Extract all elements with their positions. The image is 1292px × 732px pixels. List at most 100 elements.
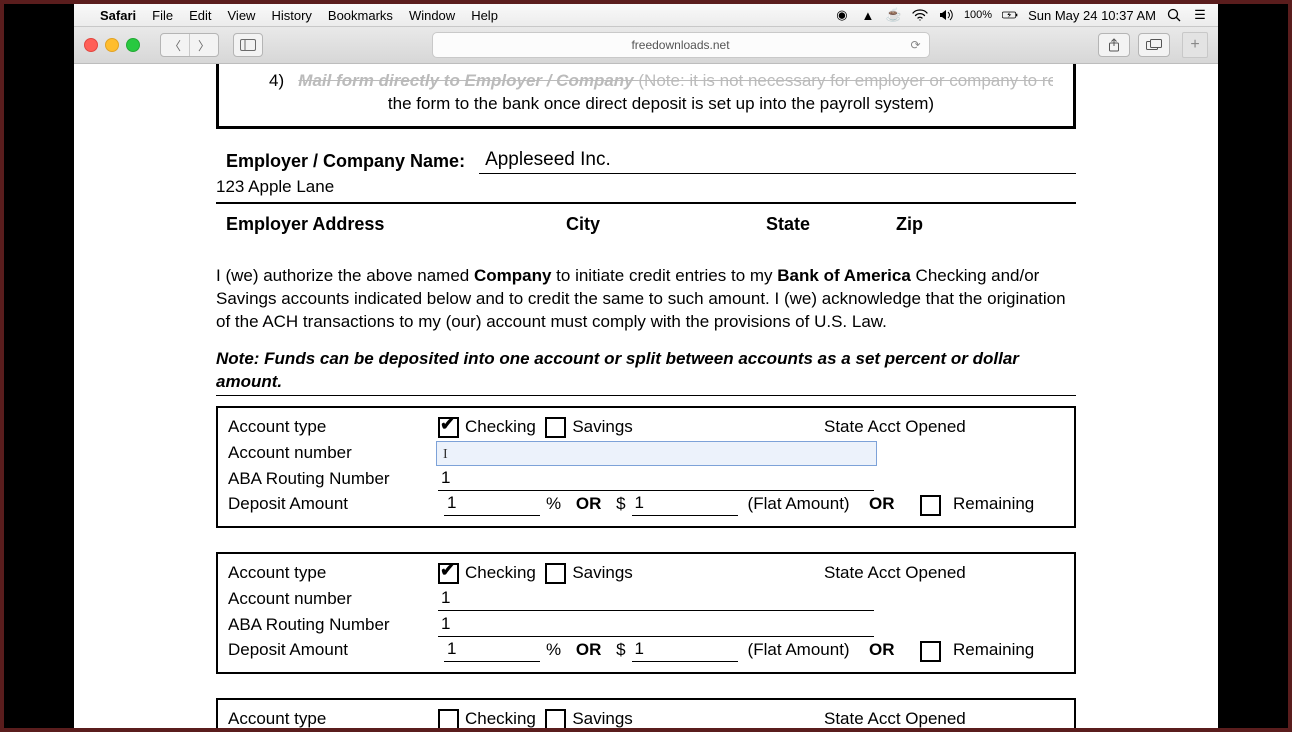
- aba-label: ABA Routing Number: [228, 614, 438, 637]
- mac-desktop: Safari File Edit View History Bookmarks …: [74, 4, 1218, 728]
- or-label-2: OR: [860, 493, 895, 516]
- checking-label: Checking: [465, 708, 536, 728]
- sidebar-toggle-button[interactable]: [233, 33, 263, 57]
- forward-button[interactable]: 〉: [189, 34, 218, 56]
- state-opened-label: State Acct Opened: [824, 416, 1064, 439]
- menu-file[interactable]: File: [152, 8, 173, 23]
- instruction-struck: Mail form directly to Employer / Company: [298, 71, 638, 90]
- safari-toolbar: 〈 〉 freedownloads.net ⟳ +: [74, 27, 1218, 64]
- spotlight-icon[interactable]: [1166, 7, 1182, 23]
- employer-label: Employer / Company Name:: [216, 149, 465, 173]
- deposit-percent-field[interactable]: 1: [444, 492, 540, 516]
- col-zip: Zip: [896, 212, 976, 236]
- window-controls: [84, 38, 140, 52]
- reload-icon[interactable]: ⟳: [910, 38, 920, 52]
- savings-label: Savings: [572, 708, 632, 728]
- page-viewport[interactable]: 4) Mail form directly to Employer / Comp…: [74, 64, 1218, 728]
- wifi-icon[interactable]: [912, 7, 928, 23]
- aba-label: ABA Routing Number: [228, 468, 438, 491]
- remaining-checkbox[interactable]: [920, 641, 941, 662]
- account-type-label: Account type: [228, 562, 438, 585]
- pdf-form: 4) Mail form directly to Employer / Comp…: [216, 64, 1076, 728]
- menu-window[interactable]: Window: [409, 8, 455, 23]
- col-employer-address: Employer Address: [226, 212, 566, 236]
- deposit-percent-field[interactable]: 1: [444, 638, 540, 662]
- aba-field[interactable]: 1: [438, 467, 874, 491]
- employer-name-field[interactable]: Appleseed Inc.: [479, 147, 1076, 174]
- share-button[interactable]: [1098, 33, 1130, 57]
- savings-label: Savings: [572, 562, 632, 585]
- back-button[interactable]: 〈: [161, 34, 189, 56]
- dollar-label: $: [611, 493, 625, 516]
- menu-help[interactable]: Help: [471, 8, 498, 23]
- or-label-1: OR: [571, 493, 601, 516]
- account-number-label: Account number: [228, 588, 438, 611]
- menu-list-icon[interactable]: ☰: [1192, 7, 1208, 23]
- aba-field[interactable]: 1: [438, 613, 874, 637]
- address-bar[interactable]: freedownloads.net ⟳: [432, 32, 930, 58]
- remaining-label: Remaining: [953, 493, 1034, 516]
- authorization-text: I (we) authorize the above named Company…: [216, 265, 1076, 334]
- deposit-label: Deposit Amount: [228, 639, 438, 662]
- savings-checkbox[interactable]: [545, 563, 566, 584]
- state-opened-label: State Acct Opened: [824, 708, 1064, 728]
- checking-label: Checking: [465, 416, 536, 439]
- record-icon[interactable]: ◉: [834, 7, 850, 23]
- menubar-datetime[interactable]: Sun May 24 10:37 AM: [1028, 8, 1156, 23]
- deposit-flat-field[interactable]: 1: [632, 492, 738, 516]
- checking-checkbox[interactable]: [438, 709, 459, 728]
- savings-label: Savings: [572, 416, 632, 439]
- address-bar-url: freedownloads.net: [631, 38, 729, 52]
- state-opened-label: State Acct Opened: [824, 562, 1064, 585]
- menu-edit[interactable]: Edit: [189, 8, 211, 23]
- col-city: City: [566, 212, 766, 236]
- instruction-line2: the form to the bank once direct deposit…: [269, 93, 1053, 116]
- or-label-2: OR: [860, 639, 895, 662]
- employer-address-field[interactable]: 123 Apple Lane: [216, 176, 1076, 199]
- nav-back-forward: 〈 〉: [160, 33, 219, 57]
- checking-label: Checking: [465, 562, 536, 585]
- menu-view[interactable]: View: [228, 8, 256, 23]
- account-type-label: Account type: [228, 416, 438, 439]
- percent-label: %: [546, 639, 561, 662]
- deposit-label: Deposit Amount: [228, 493, 438, 516]
- note-line: Note: Funds can be deposited into one ac…: [216, 348, 1076, 397]
- deposit-flat-field[interactable]: 1: [632, 638, 738, 662]
- text-cursor-icon: I: [443, 446, 448, 465]
- account-box-2: Account type Checking Savings State Acct O…: [216, 552, 1076, 674]
- remaining-label: Remaining: [953, 639, 1034, 662]
- menu-bookmarks[interactable]: Bookmarks: [328, 8, 393, 23]
- remaining-checkbox[interactable]: [920, 495, 941, 516]
- instruction-bullet: 4): [269, 71, 284, 90]
- instruction-box: 4) Mail form directly to Employer / Comp…: [216, 64, 1076, 129]
- flat-amount-label: (Flat Amount): [748, 639, 850, 662]
- coffee-icon[interactable]: ☕: [886, 7, 902, 23]
- battery-percent: 100%: [964, 9, 992, 21]
- percent-label: %: [546, 493, 561, 516]
- account-number-field[interactable]: I: [436, 441, 877, 466]
- battery-icon[interactable]: [1002, 7, 1018, 23]
- tabs-button[interactable]: [1138, 33, 1170, 57]
- account-type-label: Account type: [228, 708, 438, 728]
- account-number-label: Account number: [228, 442, 438, 465]
- checking-checkbox[interactable]: [438, 417, 459, 438]
- close-window-button[interactable]: [84, 38, 98, 52]
- col-state: State: [766, 212, 896, 236]
- mac-menu-bar: Safari File Edit View History Bookmarks …: [74, 4, 1218, 27]
- volume-icon[interactable]: [938, 7, 954, 23]
- app-frame: Safari File Edit View History Bookmarks …: [0, 0, 1292, 732]
- new-tab-button[interactable]: +: [1182, 32, 1208, 58]
- or-label-1: OR: [571, 639, 601, 662]
- account-number-field[interactable]: 1: [438, 587, 874, 611]
- flat-amount-label: (Flat Amount): [748, 493, 850, 516]
- zoom-window-button[interactable]: [126, 38, 140, 52]
- app-menu-safari[interactable]: Safari: [100, 8, 136, 23]
- savings-checkbox[interactable]: [545, 417, 566, 438]
- minimize-window-button[interactable]: [105, 38, 119, 52]
- savings-checkbox[interactable]: [545, 709, 566, 728]
- notifications-icon[interactable]: ▲: [860, 7, 876, 23]
- menu-history[interactable]: History: [271, 8, 311, 23]
- checking-checkbox[interactable]: [438, 563, 459, 584]
- dollar-label: $: [611, 639, 625, 662]
- account-box-1: Account type Checking Savings State Acct O…: [216, 406, 1076, 528]
